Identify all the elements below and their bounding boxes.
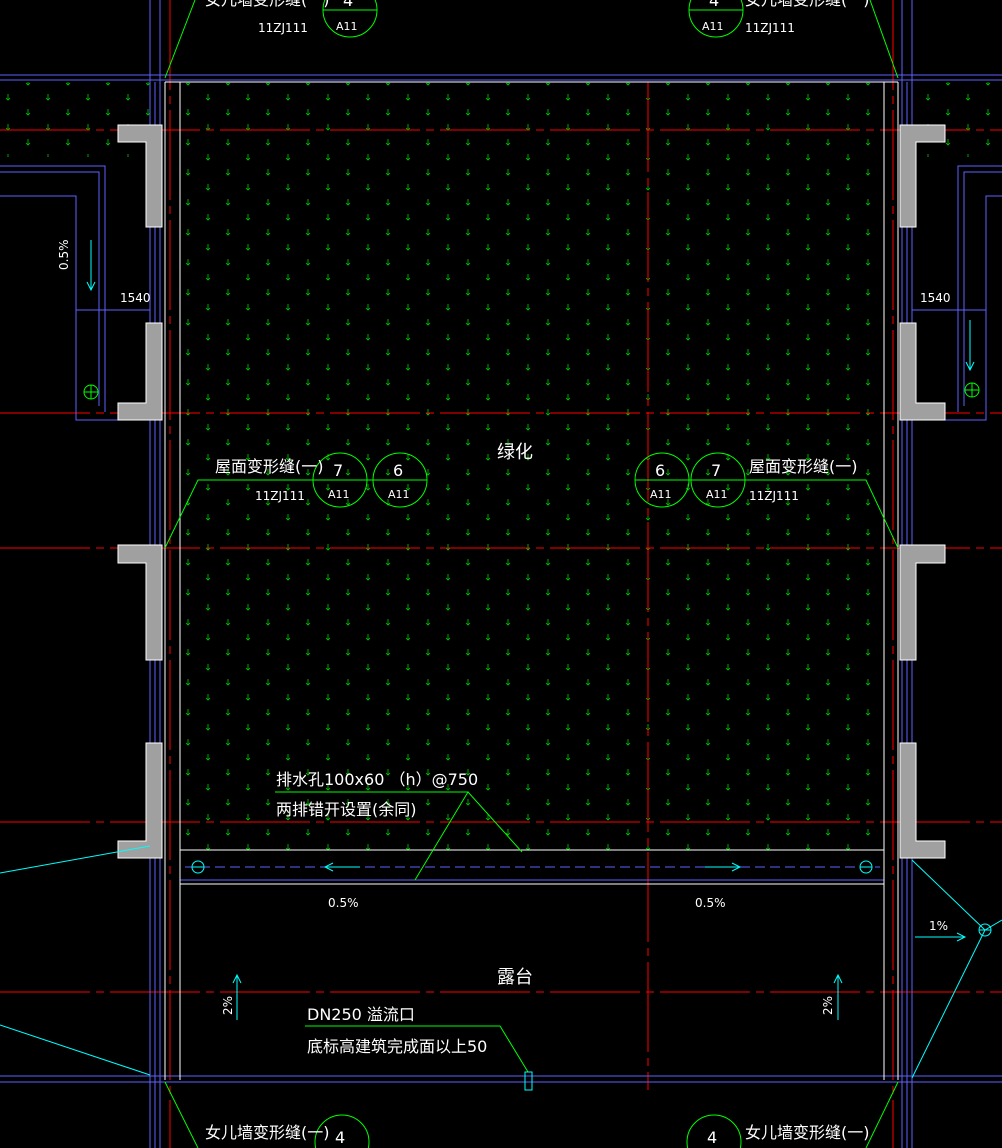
slope-gutter-left: 0.5% [328,896,359,910]
bubble-number: 6 [655,461,665,480]
parapet-joint-top-left: 女儿墙变形缝(一) [205,0,330,9]
parapet-joint-bottom-right: 女儿墙变形缝(一) [745,1123,870,1142]
bubble-sheet: A11 [706,488,728,501]
slope-gutter-right: 0.5% [695,896,726,910]
atlas-top-right: 11ZJ111 [745,21,795,35]
slope-outer-right: 1% [929,919,948,933]
greenery-label: 绿化 [497,442,533,463]
slope-terrace-right: 2% [821,996,835,1015]
atlas-top-left: 11ZJ111 [258,21,308,35]
bubble-number: 4 [335,1128,345,1147]
bubble-sheet: A11 [650,488,672,501]
bubble-number: 4 [343,0,353,10]
atlas-mid-left: 11ZJ111 [255,489,305,503]
parapet-joint-bottom-left: 女儿墙变形缝(一) [205,1123,330,1142]
bubble-sheet: A11 [388,488,410,501]
parapet-joint-top-right: 女儿墙变形缝(一) [745,0,870,9]
bubble-sheet: A11 [336,20,358,33]
roof-joint-left: 屋面变形缝(一) [215,457,324,476]
dimension-right: 1540 [920,291,951,305]
slope-side-left: 0.5% [57,240,71,271]
dimension-left: 1540 [120,291,151,305]
slope-terrace-left: 2% [221,996,235,1015]
bubble-number: 7 [333,461,343,480]
atlas-mid-right: 11ZJ111 [749,489,799,503]
bubble-sheet: A11 [702,20,724,33]
overflow-note-line1: DN250 溢流口 [307,1005,415,1024]
bubble-sheet: A11 [328,488,350,501]
bubble-number: 7 [711,461,721,480]
drain-note-line2: 两排错开设置(余同) [276,800,417,819]
bubble-number: 4 [709,0,719,10]
roof-plan-drawing: 绿化 露台 女儿墙变形缝(一) 11ZJ111 女儿墙变形缝(一) 11ZJ11… [0,0,1002,1148]
bubble-number: 6 [393,461,403,480]
overflow-note-line2: 底标高建筑完成面以上50 [307,1037,487,1056]
terrace-label: 露台 [497,967,533,988]
bubble-number: 4 [707,1128,717,1147]
drain-note-line1: 排水孔100x60 （h）@750 [276,770,478,789]
roof-joint-right: 屋面变形缝(一) [749,457,858,476]
